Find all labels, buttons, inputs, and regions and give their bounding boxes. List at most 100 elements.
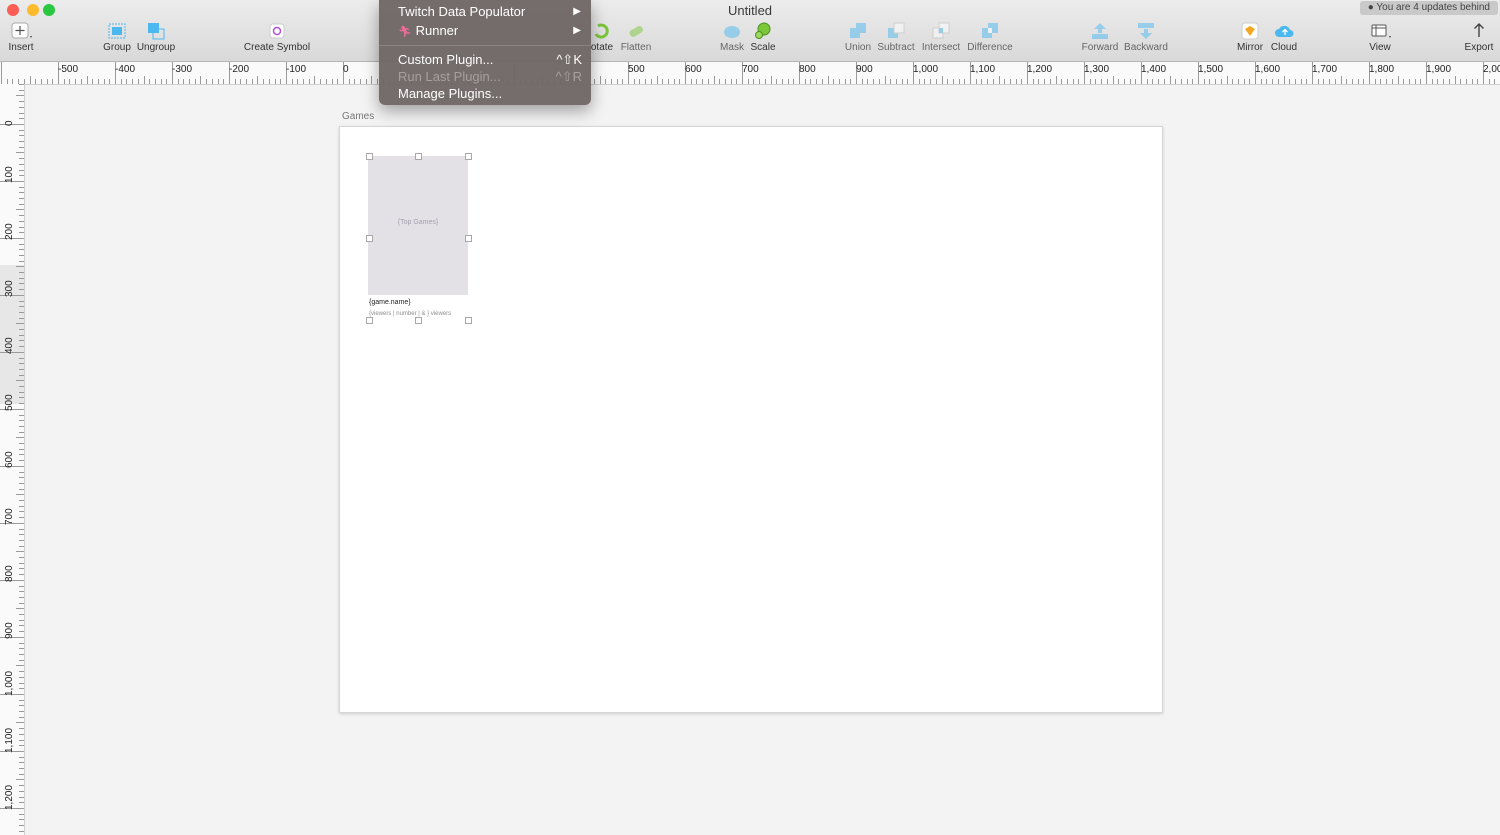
selection-handle[interactable] [465, 153, 472, 160]
ruler-label: -200 [229, 64, 250, 75]
difference-button[interactable]: Difference [966, 22, 1014, 53]
ruler-label: 500 [628, 64, 645, 75]
ruler-label: 900 [4, 622, 15, 639]
view-icon [1370, 22, 1391, 40]
scale-icon [753, 22, 773, 40]
subtract-label: Subtract [877, 42, 915, 53]
menu-item-label: Manage Plugins... [398, 86, 503, 101]
forward-button[interactable]: Forward [1080, 22, 1120, 53]
subtract-button[interactable]: Subtract [876, 22, 916, 53]
selection-handle[interactable] [465, 235, 472, 242]
ruler-label: 1,200 [4, 784, 15, 810]
selection-handle[interactable] [465, 317, 472, 324]
scale-label: Scale [750, 42, 776, 53]
backward-label: Backward [1124, 42, 1168, 53]
ruler-label: 1,900 [1426, 64, 1452, 75]
ruler-label: 600 [4, 451, 15, 468]
mask-button[interactable]: Mask [716, 22, 748, 53]
ruler-label: 1,300 [1084, 64, 1110, 75]
create-symbol-label: Create Symbol [243, 42, 311, 53]
backward-button[interactable]: Backward [1122, 22, 1170, 53]
update-notice-text: You are 4 updates behind [1376, 2, 1490, 13]
ruler-label: 1,500 [1198, 64, 1224, 75]
group-button[interactable]: Group [100, 22, 134, 53]
send-backward-icon [1136, 22, 1156, 40]
ruler-label: 0 [4, 120, 15, 126]
menu-item-manage-plugins[interactable]: Manage Plugins... [398, 86, 502, 101]
menu-item-twitch-data-populator[interactable]: Twitch Data Populator [398, 4, 578, 19]
selection-handle[interactable] [415, 317, 422, 324]
mask-icon [722, 22, 742, 40]
mirror-label: Mirror [1236, 42, 1264, 53]
cloud-button[interactable]: Cloud [1268, 22, 1300, 53]
mirror-icon [1240, 22, 1260, 40]
subtract-icon [886, 22, 906, 40]
ruler-label: 2,00 [1483, 64, 1500, 75]
ruler-label: 1,700 [1312, 64, 1338, 75]
card-viewers-text[interactable]: {viewers | number | & } viewers [369, 311, 451, 317]
ruler-label: 1,600 [1255, 64, 1281, 75]
flatten-label: Flatten [620, 42, 652, 53]
ruler-label: 800 [4, 565, 15, 582]
plugins-menu: Twitch Data Populator ▶ 🏃︎ Runner ▶ Cust… [379, 0, 591, 105]
scale-button[interactable]: Scale [748, 22, 778, 53]
ruler-label: -400 [115, 64, 136, 75]
plus-icon [11, 22, 32, 40]
menu-item-label: Custom Plugin... [398, 52, 494, 67]
ungroup-label: Ungroup [136, 42, 176, 53]
flatten-button[interactable]: Flatten [618, 22, 654, 53]
mirror-button[interactable]: Mirror [1234, 22, 1266, 53]
rotate-label: otate [590, 42, 614, 53]
ruler-label: 1,000 [4, 670, 15, 696]
selection-handle[interactable] [366, 235, 373, 242]
submenu-arrow-icon: ▶ [573, 25, 581, 36]
toolbar: Untitled ● You are 4 updates behind Inse… [0, 0, 1500, 62]
export-button[interactable]: Export [1462, 22, 1496, 53]
union-label: Union [844, 42, 872, 53]
artboard-title[interactable]: Games [342, 111, 374, 122]
export-icon [1469, 22, 1489, 40]
ruler-label: 1,100 [970, 64, 996, 75]
rotate-icon [592, 22, 612, 40]
difference-icon [980, 22, 1000, 40]
menu-item-custom-plugin[interactable]: Custom Plugin... [398, 52, 493, 67]
view-button[interactable]: View [1364, 22, 1396, 53]
menu-separator [379, 45, 591, 46]
union-icon [848, 22, 868, 40]
ungroup-icon [146, 22, 166, 40]
union-button[interactable]: Union [842, 22, 874, 53]
ruler-label: 600 [685, 64, 702, 75]
difference-label: Difference [967, 42, 1013, 53]
ungroup-button[interactable]: Ungroup [136, 22, 176, 53]
runner-icon: 🏃︎ [398, 26, 412, 38]
vertical-ruler[interactable]: 0 100 200 300 400 500 600 700 800 900 1,… [0, 84, 25, 835]
insert-button[interactable]: Insert [4, 22, 38, 53]
rotate-button[interactable]: otate [588, 22, 616, 53]
card-name-text[interactable]: {game.name} [369, 299, 411, 306]
intersect-icon [931, 22, 951, 40]
horizontal-ruler[interactable]: -500 -400 -300 -200 -100 0 500 600 700 8… [0, 62, 1500, 85]
create-symbol-button[interactable]: Create Symbol [242, 22, 312, 53]
selection-handle[interactable] [366, 317, 373, 324]
symbol-icon [267, 22, 287, 40]
update-notice[interactable]: ● You are 4 updates behind [1359, 1, 1498, 15]
export-label: Export [1464, 42, 1494, 53]
selection-handle[interactable] [415, 153, 422, 160]
group-label: Group [103, 42, 131, 53]
submenu-arrow-icon: ▶ [573, 6, 581, 17]
ruler-label: 200 [4, 223, 15, 240]
image-placeholder-text: {Top Games} [397, 219, 439, 226]
menu-item-run-last-plugin: Run Last Plugin... [398, 69, 501, 84]
card-image-placeholder[interactable]: {Top Games} [368, 156, 468, 295]
selection-handle[interactable] [366, 153, 373, 160]
ruler-label: 300 [4, 280, 15, 297]
ruler-label: 700 [4, 508, 15, 525]
ruler-label: 1,000 [913, 64, 939, 75]
ruler-label: 1,400 [1141, 64, 1167, 75]
bring-forward-icon [1090, 22, 1110, 40]
ruler-label: 100 [4, 166, 15, 183]
ruler-label: 900 [856, 64, 873, 75]
intersect-button[interactable]: Intersect [920, 22, 962, 53]
cloud-label: Cloud [1270, 42, 1298, 53]
menu-item-runner[interactable]: 🏃︎ Runner [398, 23, 578, 38]
